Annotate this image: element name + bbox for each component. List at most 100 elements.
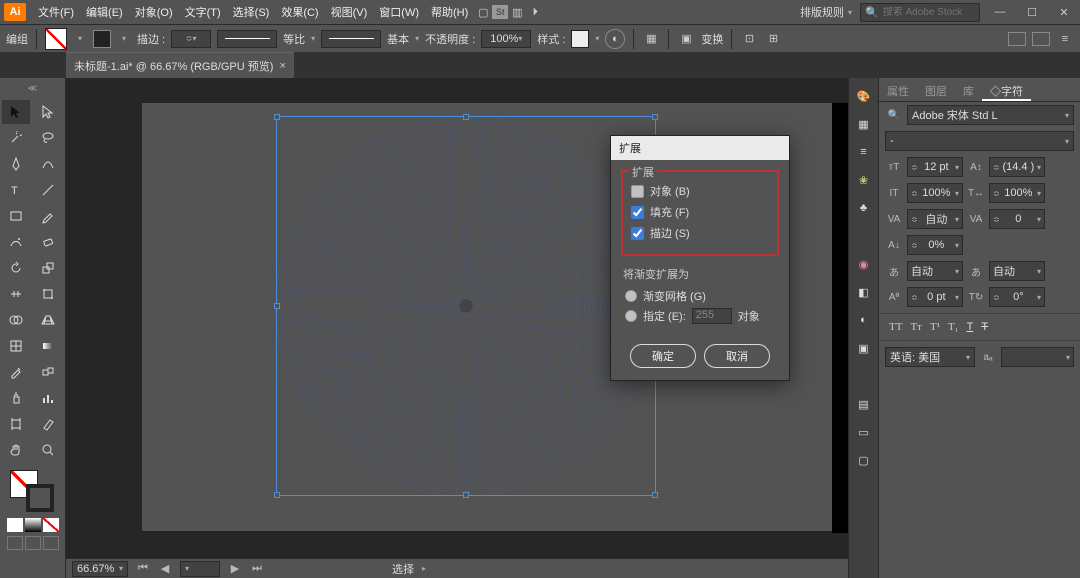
menu-file[interactable]: 文件(F)	[32, 1, 80, 23]
line-tool[interactable]	[34, 178, 62, 202]
direct-selection-tool[interactable]	[34, 100, 62, 124]
slice-tool[interactable]	[34, 412, 62, 436]
none-mode[interactable]	[43, 518, 59, 532]
tsume-field[interactable]: 自动▾	[907, 261, 963, 281]
stroke-panel-icon[interactable]: ≡	[854, 142, 874, 162]
shape-builder-tool[interactable]	[2, 308, 30, 332]
fill-checkbox[interactable]: 填充 (F)	[631, 204, 769, 220]
stroke-box[interactable]	[26, 484, 54, 512]
superscript-button[interactable]: T¹	[930, 321, 940, 333]
color-panel-icon[interactable]: 🎨	[854, 86, 874, 106]
artboard-tool[interactable]	[2, 412, 30, 436]
next-artboard[interactable]: ▶	[228, 562, 242, 576]
kerning-field[interactable]: ≎自动▾	[907, 209, 963, 229]
artboard-nav[interactable]: ▾	[180, 561, 220, 577]
underline-button[interactable]: T	[967, 321, 974, 333]
menu-effect[interactable]: 效果(C)	[275, 1, 324, 23]
font-family-dropdown[interactable]: Adobe 宋体 Std L▾	[907, 105, 1074, 125]
subscript-button[interactable]: T₁	[948, 321, 959, 333]
document-tab[interactable]: 未标题-1.ai* @ 66.67% (RGB/GPU 预览) ×	[66, 52, 294, 78]
fill-swatch[interactable]	[45, 28, 67, 50]
menu-edit[interactable]: 编辑(E)	[80, 1, 129, 23]
appearance-panel-icon[interactable]: ◐	[854, 310, 874, 330]
fill-stroke-control[interactable]	[4, 470, 61, 510]
last-artboard[interactable]: ⏭	[250, 562, 264, 576]
column-graph-tool[interactable]	[34, 386, 62, 410]
search-box[interactable]: 🔍	[860, 3, 980, 22]
artboards-panel-icon[interactable]: ▢	[854, 450, 874, 470]
window-maximize[interactable]: ☐	[1020, 4, 1044, 20]
window-close[interactable]: ✕	[1052, 4, 1076, 20]
align-icon[interactable]: ▦	[642, 30, 660, 48]
mesh-tool[interactable]	[2, 334, 30, 358]
perspective-grid-tool[interactable]	[34, 308, 62, 332]
ok-button[interactable]: 确定	[630, 344, 696, 368]
color-mode[interactable]	[7, 518, 23, 532]
handle-bl[interactable]	[274, 492, 280, 498]
zoom-field[interactable]: 66.67%▾	[72, 561, 128, 577]
menu-type[interactable]: 文字(T)	[179, 1, 227, 23]
opacity-field[interactable]: 100%▾	[481, 30, 531, 48]
stroke-weight-field[interactable]: ≎▾	[171, 30, 211, 48]
scale-tool[interactable]	[34, 256, 62, 280]
smallcaps-button[interactable]: Tᴛ	[910, 321, 922, 333]
stroke-dropdown[interactable]: ▾	[117, 32, 131, 46]
vscale-field[interactable]: ≎100%▾	[907, 183, 963, 203]
rectangle-tool[interactable]	[2, 204, 30, 228]
rotate-tool[interactable]	[2, 256, 30, 280]
width-tool[interactable]	[2, 282, 30, 306]
full-screen[interactable]	[25, 536, 41, 550]
blend-tool[interactable]	[34, 360, 62, 384]
transform-label[interactable]: 变换	[701, 31, 723, 47]
graphic-style-swatch[interactable]	[571, 30, 589, 48]
baseline-field[interactable]: ≎0%▾	[907, 235, 963, 255]
shaper-tool[interactable]	[2, 230, 30, 254]
free-transform-tool[interactable]	[34, 282, 62, 306]
pen-tool[interactable]	[2, 152, 30, 176]
gpu-icon[interactable]: ⏵	[526, 3, 544, 21]
variable-width-profile[interactable]	[217, 30, 277, 48]
symbols-panel-icon[interactable]: ♣	[854, 198, 874, 218]
isolate-icon[interactable]: ⊡	[740, 30, 758, 48]
gradient-panel-icon[interactable]: ◉	[854, 254, 874, 274]
hand-tool[interactable]	[2, 438, 30, 462]
tab-close-icon[interactable]: ×	[279, 60, 285, 72]
eraser-tool[interactable]	[34, 230, 62, 254]
menu-view[interactable]: 视图(V)	[325, 1, 374, 23]
menu-help[interactable]: 帮助(H)	[425, 1, 474, 23]
edit-icon[interactable]: ⊞	[764, 30, 782, 48]
first-artboard[interactable]: ⏮	[136, 562, 150, 576]
menu-window[interactable]: 窗口(W)	[373, 1, 425, 23]
prev-artboard[interactable]: ◀	[158, 562, 172, 576]
gradient-mode[interactable]	[25, 518, 41, 532]
eyedropper-tool[interactable]	[2, 360, 30, 384]
character-tab[interactable]: ◇字符	[982, 78, 1031, 101]
layers-tab[interactable]: 图层	[917, 78, 955, 101]
cancel-button[interactable]: 取消	[704, 344, 770, 368]
panel-menu-icon[interactable]: ≡	[1056, 30, 1074, 48]
curvature-tool[interactable]	[34, 152, 62, 176]
asset-panel-icon[interactable]: ▭	[854, 422, 874, 442]
handle-tm[interactable]	[463, 114, 469, 120]
hscale-field[interactable]: ≎100%▾	[989, 183, 1045, 203]
scrollbar-v[interactable]	[832, 103, 848, 533]
arrange-icon[interactable]: ▥	[508, 3, 526, 21]
window-minimize[interactable]: —	[988, 4, 1012, 20]
type-tool[interactable]: T	[2, 178, 30, 202]
swatches-panel-icon[interactable]: ▦	[854, 114, 874, 134]
stroke-checkbox[interactable]: 描边 (S)	[631, 225, 769, 241]
selection-tool[interactable]	[2, 100, 30, 124]
tracking-field[interactable]: ≎0▾	[989, 209, 1045, 229]
toolbox-collapse[interactable]: ≪	[19, 81, 47, 95]
handle-br[interactable]	[652, 492, 658, 498]
shift-field[interactable]: ≎0 pt▾	[907, 287, 963, 307]
magic-wand-tool[interactable]	[2, 126, 30, 150]
language-dropdown[interactable]: 英语: 美国▾	[885, 347, 975, 367]
handle-bm[interactable]	[463, 492, 469, 498]
layout-rules-dropdown[interactable]: 排版规则▾	[800, 4, 852, 20]
shape-mode-icon[interactable]: ▣	[677, 30, 695, 48]
option-box-2[interactable]	[1032, 32, 1050, 46]
stroke-swatch[interactable]	[93, 30, 111, 48]
brush-definition[interactable]	[321, 30, 381, 48]
menu-select[interactable]: 选择(S)	[227, 1, 276, 23]
